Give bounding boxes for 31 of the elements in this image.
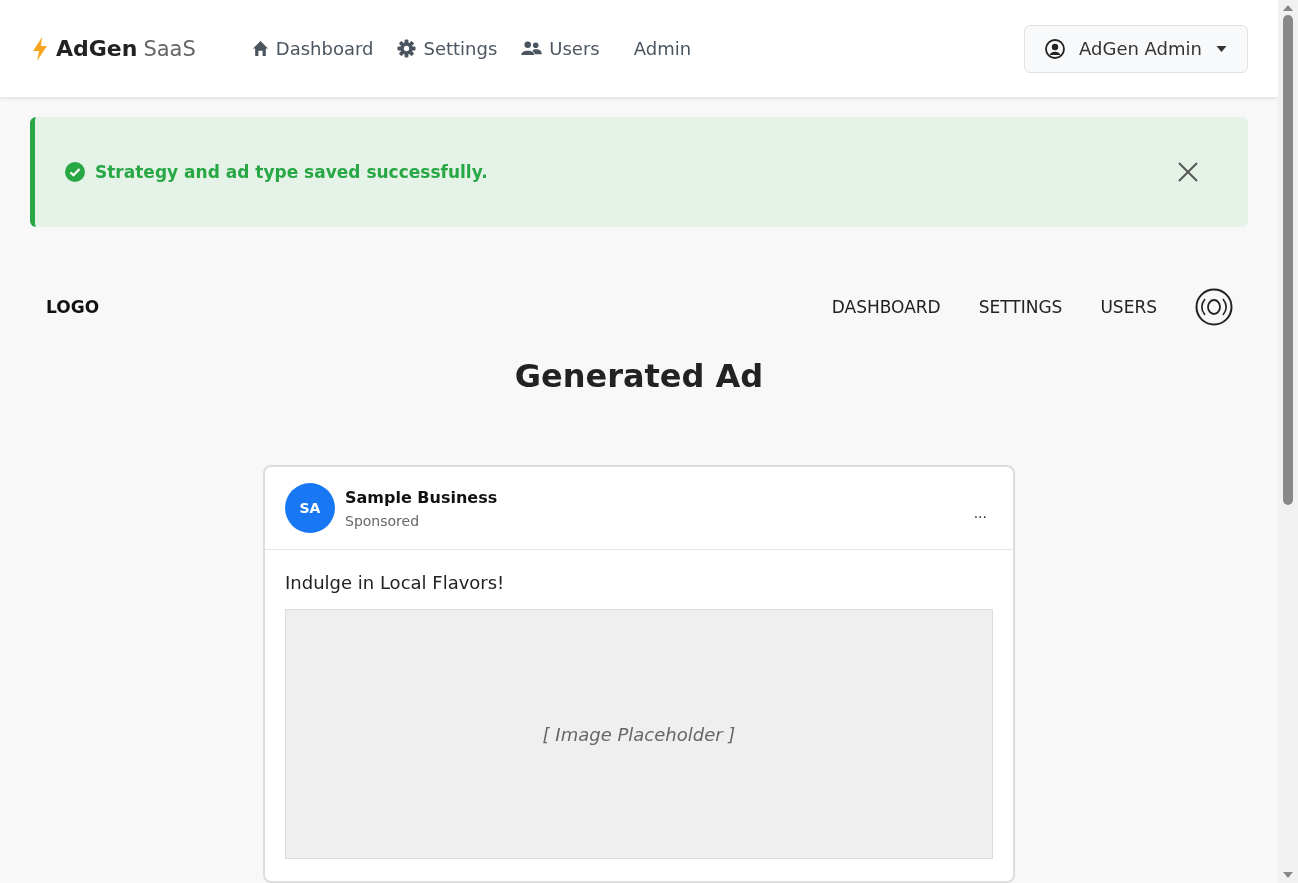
nav-link[interactable]: SETTINGS [978, 297, 1063, 317]
nav-link[interactable]: USERS [1100, 297, 1157, 317]
page-heading: Generated Ad [513, 357, 765, 395]
broadcast-icon[interactable] [1195, 288, 1233, 326]
alert-message: Strategy and ad type saved successfully. [95, 162, 489, 182]
ad-headline: Indulge in Local Flavors! [285, 572, 506, 593]
nav-link[interactable]: Dashboard [251, 38, 374, 59]
settings-icon [397, 39, 417, 58]
sponsored-label: Sponsored [345, 512, 421, 529]
brand-suffix: SaaS [143, 36, 196, 61]
nav-link[interactable]: Admin [623, 38, 692, 59]
scrollbar[interactable] [1278, 0, 1298, 883]
user-circle-icon [1045, 38, 1066, 59]
scroll-up-icon[interactable] [1283, 5, 1293, 11]
users-icon [521, 41, 543, 56]
user-menu-button[interactable]: AdGen Admin [1024, 24, 1248, 73]
nav-link[interactable]: DASHBOARD [831, 297, 941, 317]
nav-link[interactable]: Settings [397, 38, 498, 59]
more-button[interactable]: ... [967, 504, 993, 522]
check-circle-icon [65, 162, 85, 182]
placeholder-text: [ Image Placeholder ] [542, 723, 736, 745]
scroll-down-icon[interactable] [1283, 872, 1293, 878]
close-icon[interactable] [1178, 162, 1198, 182]
logo-text[interactable]: LOGO [46, 297, 100, 317]
business-name: Sample Business [345, 487, 499, 507]
brand-name[interactable]: AdGen [56, 36, 138, 61]
avatar: SA [285, 483, 335, 533]
caret-icon [1216, 45, 1227, 52]
home-icon [251, 40, 269, 57]
nav-link[interactable]: Users [521, 38, 600, 59]
lightning-bolt-icon [32, 36, 48, 61]
